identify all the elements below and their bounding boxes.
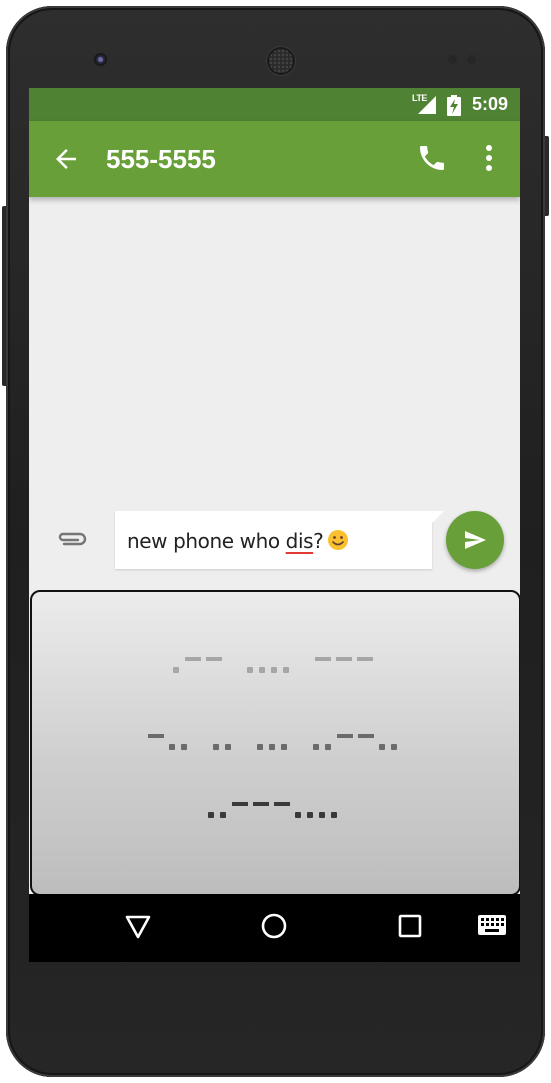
send-icon [465,531,486,549]
morse-dot [319,812,325,818]
status-bar: LTE 5:09 [29,88,520,121]
morse-dot [283,667,289,673]
keyboard-switch-icon[interactable] [478,915,506,935]
morse-dash [315,657,331,661]
compose-bar: new phone who dis? [29,508,520,578]
message-text-end: ? [313,529,324,553]
home-circle-icon[interactable] [260,912,288,940]
morse-dot [213,744,219,750]
morse-keyboard[interactable] [30,590,520,896]
nav-bar [29,894,520,962]
morse-dash [206,657,222,661]
morse-dash [358,734,374,738]
morse-dot [313,744,319,750]
paperclip-icon[interactable] [56,528,88,550]
morse-dot [379,744,385,750]
light-sensor [467,55,476,64]
morse-dash [185,657,201,661]
back-arrow-icon[interactable] [51,144,81,174]
morse-row-1 [173,657,373,673]
app-bar: 555-5555 [29,121,520,197]
send-button[interactable] [446,511,504,569]
message-text-start: new phone who [127,529,286,553]
volume-button [2,206,6,386]
status-time: 5:09 [471,94,508,114]
morse-row-3 [208,802,337,818]
morse-dot [391,744,397,750]
more-vert-icon[interactable] [477,143,501,173]
conversation-title: 555-5555 [106,144,216,174]
signal-icon [418,96,436,114]
morse-dot [281,744,287,750]
morse-dash [337,734,353,738]
morse-dot [181,744,187,750]
morse-dot [295,812,301,818]
morse-dot [225,744,231,750]
morse-dot [259,667,265,673]
morse-dot [269,744,275,750]
morse-dot [169,744,175,750]
smiley-emoji-icon [328,530,349,550]
recents-square-icon[interactable] [398,914,422,938]
morse-dash [148,734,164,738]
morse-dot [208,812,214,818]
morse-dot [325,744,331,750]
morse-row-2 [148,734,397,750]
morse-dash [253,802,269,806]
morse-dash [357,657,373,661]
power-button [545,136,549,216]
message-bubble-tail [432,511,444,523]
message-input[interactable]: new phone who dis? [115,511,432,569]
screen: LTE 5:09 555-5555 new phone who dis? [29,88,520,962]
earpiece-speaker [269,49,293,73]
proximity-sensor [448,55,457,64]
morse-dash [336,657,352,661]
misspelled-word: dis [285,529,314,553]
morse-dot [220,812,226,818]
morse-dot [331,812,337,818]
morse-dot [307,812,313,818]
morse-dot [173,667,179,673]
battery-charging-icon [447,95,461,116]
morse-dot [247,667,253,673]
phone-call-icon[interactable] [416,142,448,174]
morse-dot [257,744,263,750]
message-text: new phone who dis? [127,529,349,553]
morse-dash [232,802,248,806]
morse-dot [271,667,277,673]
back-triangle-icon[interactable] [125,914,151,940]
front-camera [94,53,107,66]
morse-dash [274,802,290,806]
